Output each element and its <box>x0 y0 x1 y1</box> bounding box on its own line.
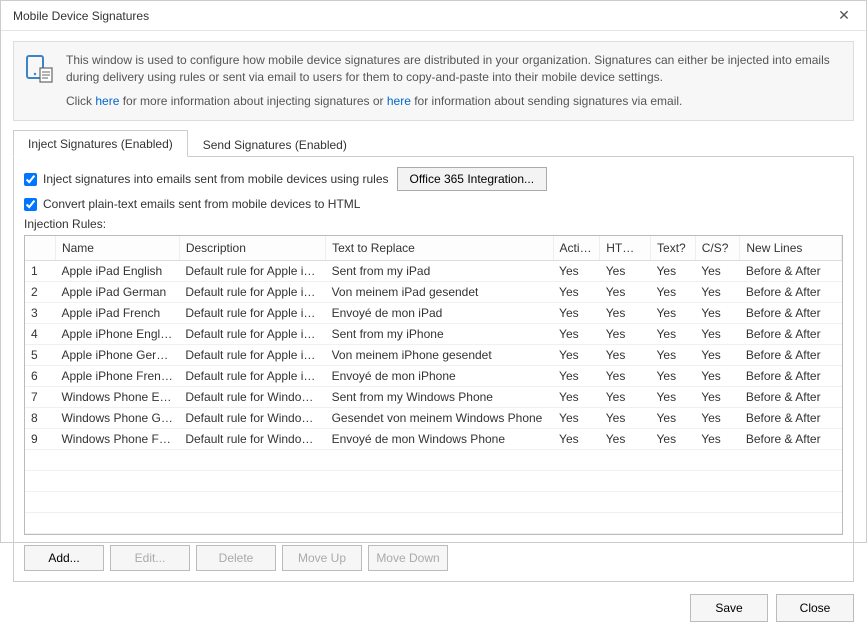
tabstrip: Inject Signatures (Enabled) Send Signatu… <box>13 129 854 157</box>
tab-send-signatures[interactable]: Send Signatures (Enabled) <box>188 131 362 157</box>
table-row[interactable]: 6Apple iPhone FrenchDefault rule for App… <box>25 366 842 387</box>
col-text-to-replace[interactable]: Text to Replace <box>326 236 553 261</box>
close-button[interactable]: Close <box>776 594 854 622</box>
info-line2: Click here for more information about in… <box>66 93 841 110</box>
save-button[interactable]: Save <box>690 594 768 622</box>
table-row[interactable] <box>25 450 842 471</box>
injection-rules-label: Injection Rules: <box>24 217 843 231</box>
add-button[interactable]: Add... <box>24 545 104 571</box>
table-row[interactable]: 8Windows Phone Ger...Default rule for Wi… <box>25 408 842 429</box>
inject-checkbox[interactable] <box>24 173 37 186</box>
col-description[interactable]: Description <box>179 236 325 261</box>
window-title: Mobile Device Signatures <box>13 9 149 23</box>
device-signature-icon <box>24 52 56 110</box>
o365-integration-button[interactable]: Office 365 Integration... <box>397 167 548 191</box>
col-cs[interactable]: C/S? <box>695 236 740 261</box>
edit-button[interactable]: Edit... <box>110 545 190 571</box>
table-row[interactable]: 4Apple iPhone EnglishDefault rule for Ap… <box>25 324 842 345</box>
info-panel: This window is used to configure how mob… <box>13 41 854 121</box>
table-row[interactable]: 1Apple iPad EnglishDefault rule for Appl… <box>25 261 842 282</box>
table-row[interactable]: 3Apple iPad FrenchDefault rule for Apple… <box>25 303 842 324</box>
table-row[interactable]: 9Windows Phone FrenchDefault rule for Wi… <box>25 429 842 450</box>
action-row: Add... Edit... Delete Move Up Move Down <box>24 545 843 571</box>
table-row[interactable]: 7Windows Phone EnglishDefault rule for W… <box>25 387 842 408</box>
table-row[interactable]: 5Apple iPhone GermanDefault rule for App… <box>25 345 842 366</box>
col-newlines[interactable]: New Lines <box>740 236 842 261</box>
col-name[interactable]: Name <box>55 236 179 261</box>
col-html[interactable]: HTML? <box>600 236 651 261</box>
dialog-footer: Save Close <box>1 582 866 634</box>
close-icon[interactable]: ✕ <box>830 7 858 24</box>
table-row[interactable] <box>25 513 842 534</box>
tab-inject-signatures[interactable]: Inject Signatures (Enabled) <box>13 130 188 157</box>
convert-checkbox-label[interactable]: Convert plain-text emails sent from mobi… <box>24 197 360 211</box>
movedown-button[interactable]: Move Down <box>368 545 448 571</box>
rules-grid[interactable]: Name Description Text to Replace Active?… <box>24 235 843 535</box>
col-index[interactable] <box>25 236 55 261</box>
inject-checkbox-label[interactable]: Inject signatures into emails sent from … <box>24 172 389 186</box>
convert-checkbox[interactable] <box>24 198 37 211</box>
titlebar: Mobile Device Signatures ✕ <box>1 1 866 31</box>
info-link-send[interactable]: here <box>387 94 411 108</box>
info-line1: This window is used to configure how mob… <box>66 52 841 87</box>
delete-button[interactable]: Delete <box>196 545 276 571</box>
table-row[interactable]: 2Apple iPad GermanDefault rule for Apple… <box>25 282 842 303</box>
table-row[interactable] <box>25 492 842 513</box>
moveup-button[interactable]: Move Up <box>282 545 362 571</box>
info-text: This window is used to configure how mob… <box>66 52 841 110</box>
header-row: Name Description Text to Replace Active?… <box>25 236 842 261</box>
col-text[interactable]: Text? <box>651 236 696 261</box>
info-link-inject[interactable]: here <box>95 94 119 108</box>
table-row[interactable] <box>25 471 842 492</box>
col-active[interactable]: Active? <box>553 236 600 261</box>
tabpanel-inject: Inject signatures into emails sent from … <box>13 157 854 582</box>
